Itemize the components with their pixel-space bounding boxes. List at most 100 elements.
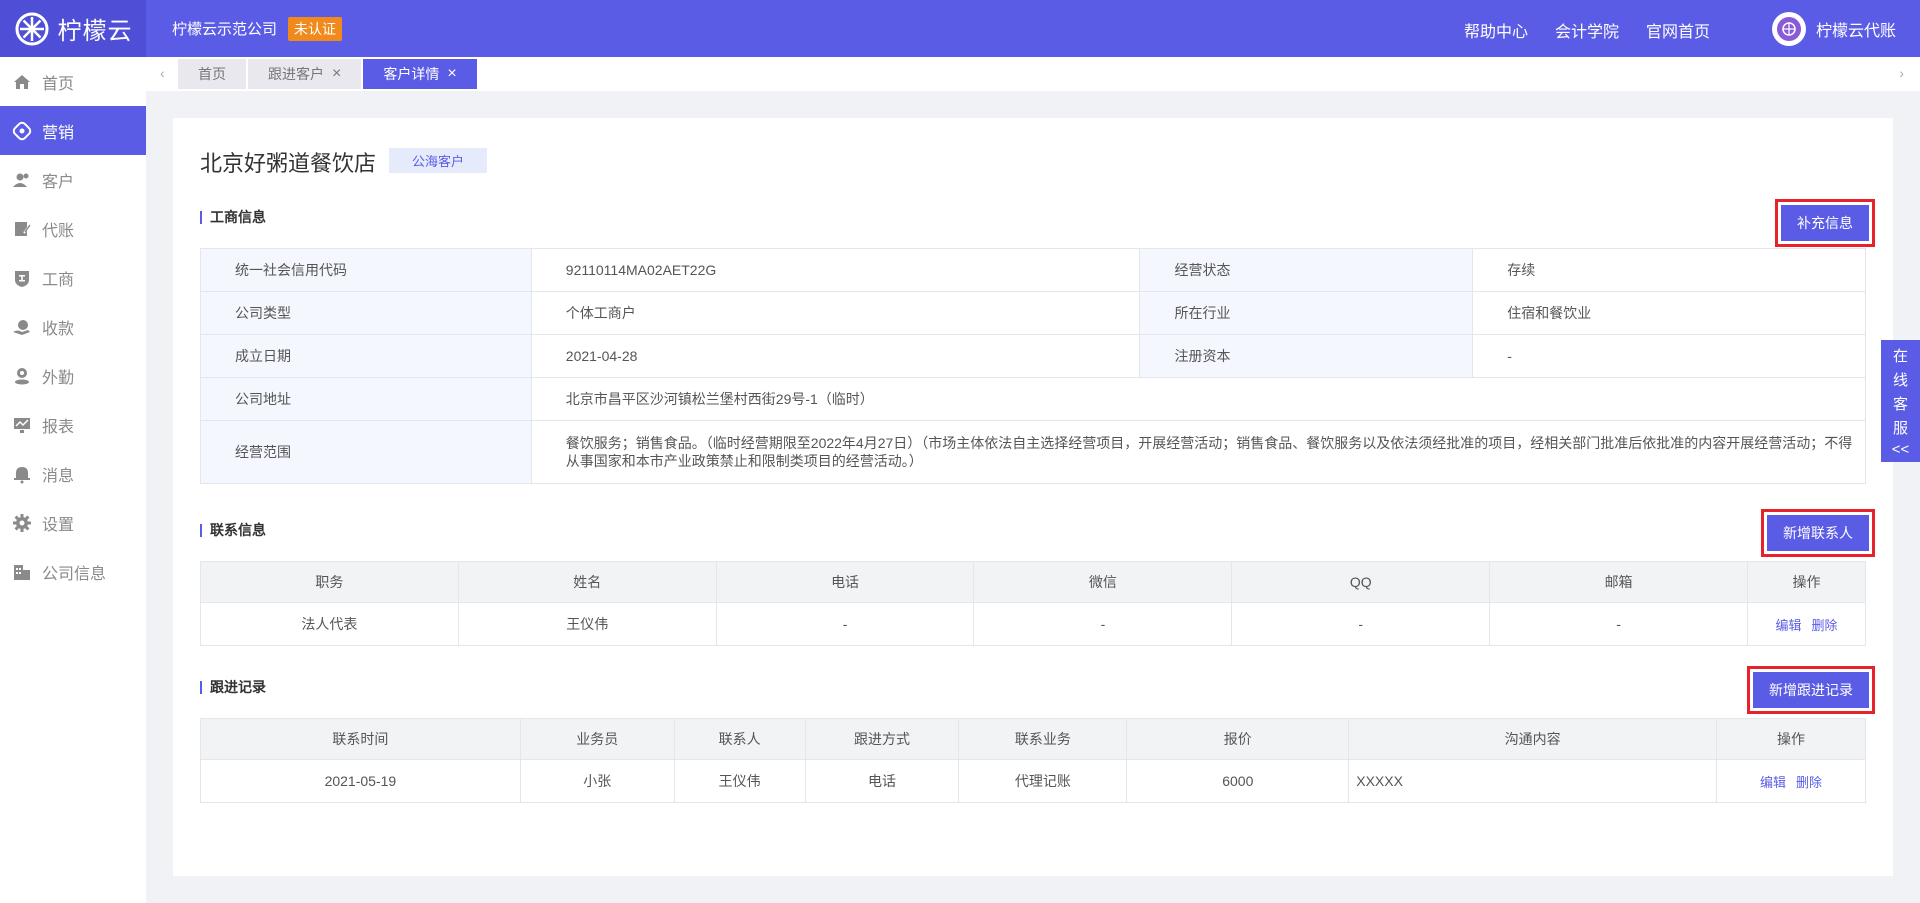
address-label: 公司地址 [200, 377, 532, 421]
capital-label: 注册资本 [1139, 334, 1474, 378]
sidebar-item-company-info[interactable]: 公司信息 [0, 547, 146, 596]
delete-link[interactable]: 删除 [1811, 618, 1837, 633]
sidebar-item-payment[interactable]: 收款 [0, 302, 146, 351]
sidebar-item-label: 首页 [42, 75, 75, 93]
tab-customer-detail[interactable]: 客户详情 × [363, 59, 477, 89]
tab-label: 跟进客户 [268, 66, 324, 82]
column-header: 姓名 [457, 561, 717, 603]
bookkeeping-icon [12, 219, 32, 239]
close-icon[interactable]: × [332, 66, 341, 82]
logo[interactable]: 柠檬云 [0, 0, 146, 57]
top-links: 帮助中心 会计学院 官网首页 [1464, 18, 1710, 42]
add-contact-button-wrap: 新增联系人 [1761, 509, 1875, 557]
add-contact-button[interactable]: 新增联系人 [1767, 515, 1869, 551]
sidebar-item-field[interactable]: 外勤 [0, 351, 146, 400]
credit-code-value: 92110114MA02AET22G [530, 248, 1141, 292]
supplement-info-button-wrap: 补充信息 [1775, 199, 1875, 247]
business-info-table: 统一社会信用代码 92110114MA02AET22G 经营状态 存续 公司类型… [200, 248, 1867, 484]
customer-type-badge: 公海客户 [389, 148, 488, 173]
column-header: 跟进方式 [804, 718, 960, 760]
tab-follow-customers[interactable]: 跟进客户 × [248, 59, 362, 89]
contact-phone: - [715, 602, 975, 646]
column-header: 联系业务 [958, 718, 1128, 760]
avatar[interactable] [1771, 12, 1806, 46]
customer-detail-panel: 北京好粥道餐饮店 公海客户 工商信息 补充信息 统一社会信用代码 9211011… [173, 118, 1893, 876]
row-actions: 编辑 删除 [1716, 759, 1866, 803]
logo-text: 柠檬云 [57, 18, 133, 45]
add-followup-button-wrap: 新增跟进记录 [1747, 666, 1875, 714]
supplement-info-button[interactable]: 补充信息 [1781, 205, 1869, 241]
contact-email: - [1489, 602, 1748, 646]
online-service-button[interactable]: 在 线 客 服 << [1881, 340, 1920, 462]
user-menu[interactable]: 柠檬云代账 [1771, 12, 1896, 46]
service-char: 线 [1892, 371, 1908, 389]
followup-content: XXXXX [1348, 759, 1718, 803]
gear-icon [12, 513, 32, 533]
column-header: 沟通内容 [1348, 718, 1718, 760]
section-title-followup: 跟进记录 [200, 680, 266, 694]
sidebar-item-label: 报表 [42, 418, 75, 436]
home-icon [12, 72, 32, 92]
section-title-business: 工商信息 [200, 210, 266, 224]
capital-value: - [1472, 334, 1866, 378]
company-name[interactable]: 柠檬云示范公司 [172, 18, 277, 39]
edit-link[interactable]: 编辑 [1760, 775, 1786, 790]
column-header: 职务 [200, 561, 459, 603]
sidebar-item-business[interactable]: 工商 [0, 253, 146, 302]
status-label: 经营状态 [1139, 248, 1474, 292]
table-header-row: 职务 姓名 电话 微信 QQ 邮箱 操作 [200, 561, 1867, 603]
accounting-academy-link[interactable]: 会计学院 [1555, 18, 1619, 42]
report-icon [12, 415, 32, 435]
tab-scroll-left-icon[interactable]: ‹ [160, 65, 165, 81]
business-icon [12, 268, 32, 288]
contact-qq: - [1231, 602, 1491, 646]
bell-icon [12, 464, 32, 484]
followup-salesman: 小张 [519, 759, 675, 803]
column-header: 操作 [1746, 561, 1867, 603]
sidebar-item-label: 代账 [42, 222, 75, 240]
company-type-label: 公司类型 [200, 291, 532, 335]
sidebar-item-label: 工商 [42, 271, 75, 289]
sidebar-item-messages[interactable]: 消息 [0, 449, 146, 498]
column-header: 业务员 [519, 718, 675, 760]
table-row: 成立日期 2021-04-28 注册资本 - [200, 334, 1866, 378]
tab-scroll-right-icon[interactable]: › [1899, 65, 1904, 81]
user-avatar-icon [1776, 17, 1801, 41]
top-bar: 柠檬云 柠檬云示范公司 未认证 帮助中心 会计学院 官网首页 柠檬云代账 [0, 0, 1920, 57]
tab-home[interactable]: 首页 [178, 59, 246, 89]
industry-label: 所在行业 [1139, 291, 1474, 335]
tab-label: 首页 [198, 66, 226, 82]
sidebar-item-settings[interactable]: 设置 [0, 498, 146, 547]
contact-wechat: - [973, 602, 1233, 646]
user-name[interactable]: 柠檬云代账 [1816, 17, 1896, 41]
followup-method: 电话 [804, 759, 960, 803]
sidebar-item-customers[interactable]: 客户 [0, 155, 146, 204]
followup-business: 代理记账 [958, 759, 1128, 803]
sidebar-item-bookkeeping[interactable]: 代账 [0, 204, 146, 253]
column-header: 操作 [1716, 718, 1866, 760]
address-value: 北京市昌平区沙河镇松兰堡村西街29号-1（临时） [530, 377, 1867, 421]
sidebar-item-home[interactable]: 首页 [0, 57, 146, 106]
industry-value: 住宿和餐饮业 [1472, 291, 1866, 335]
contact-position: 法人代表 [200, 602, 459, 646]
sidebar-item-marketing[interactable]: 营销 [0, 106, 146, 155]
credit-code-label: 统一社会信用代码 [200, 248, 532, 292]
column-header: 联系人 [673, 718, 806, 760]
auth-status-badge[interactable]: 未认证 [288, 17, 342, 41]
followup-time: 2021-05-19 [200, 759, 521, 803]
column-header: 邮箱 [1489, 561, 1748, 603]
sidebar: 首页 营销 客户 代账 工商 收款 外勤 报表 消息 设置 公司信息 [0, 57, 146, 903]
sidebar-item-report[interactable]: 报表 [0, 400, 146, 449]
table-row: 法人代表 王仪伟 - - - - 编辑 删除 [200, 602, 1867, 646]
help-center-link[interactable]: 帮助中心 [1464, 18, 1528, 42]
add-followup-button[interactable]: 新增跟进记录 [1753, 672, 1869, 708]
sidebar-item-label: 营销 [42, 124, 75, 142]
followup-price: 6000 [1126, 759, 1350, 803]
close-icon[interactable]: × [447, 66, 456, 82]
followup-table: 联系时间 业务员 联系人 跟进方式 联系业务 报价 沟通内容 操作 2021-0… [200, 718, 1866, 803]
edit-link[interactable]: 编辑 [1775, 618, 1801, 633]
marketing-icon [12, 121, 32, 141]
official-site-link[interactable]: 官网首页 [1646, 18, 1710, 42]
delete-link[interactable]: 删除 [1796, 775, 1822, 790]
sidebar-item-label: 消息 [42, 467, 75, 485]
